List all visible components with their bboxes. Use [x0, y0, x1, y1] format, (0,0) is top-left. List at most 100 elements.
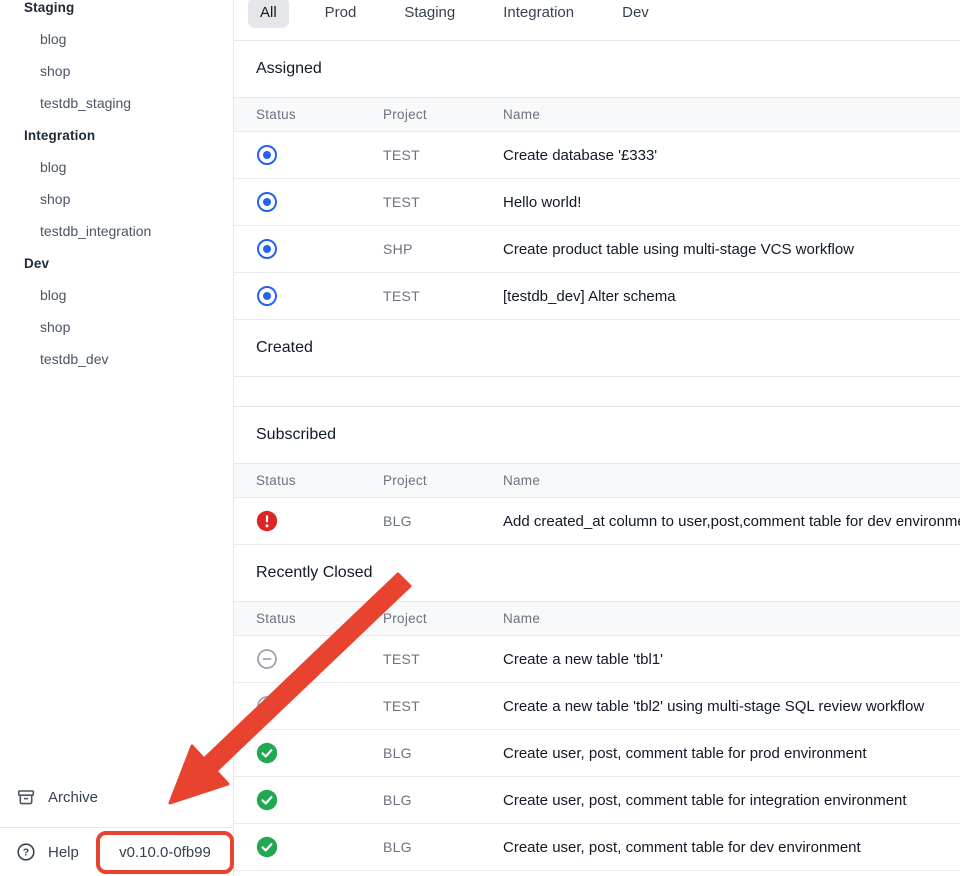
status-done-icon — [256, 742, 278, 764]
status-canceled-icon — [256, 648, 278, 670]
project-cell: TEST — [383, 651, 503, 667]
empty-table-placeholder — [234, 376, 960, 407]
status-cell — [256, 648, 383, 670]
status-cell — [256, 789, 383, 811]
sidebar-item-blog[interactable]: blog — [0, 279, 233, 311]
sidebar-section-dev: Dev — [0, 247, 233, 279]
project-cell: BLG — [383, 792, 503, 808]
status-open-icon — [256, 285, 278, 307]
section-title-subscribed: Subscribed — [234, 407, 960, 463]
column-label-name: Name — [503, 107, 960, 122]
project-cell: TEST — [383, 147, 503, 163]
project-cell: TEST — [383, 194, 503, 210]
section-title-created: Created — [234, 320, 960, 376]
issue-name-cell: Create user, post, comment table for int… — [503, 792, 960, 809]
issue-row[interactable]: TESTCreate a new table 'tbl2' using mult… — [234, 683, 960, 730]
help-icon: ? — [16, 842, 36, 862]
section-recently-closed: Recently ClosedStatusProjectNameTESTCrea… — [234, 545, 960, 871]
sidebar-section-integration: Integration — [0, 119, 233, 151]
tab-all[interactable]: All — [248, 0, 289, 28]
issue-name-cell: Create a new table 'tbl2' using multi-st… — [503, 698, 960, 715]
tab-integration[interactable]: Integration — [491, 0, 586, 28]
version-badge[interactable]: v0.10.0-0fb99 — [96, 831, 234, 874]
archive-button[interactable]: Archive — [0, 778, 233, 816]
issue-row[interactable]: BLGAdd created_at column to user,post,co… — [234, 498, 960, 545]
section-title-recently-closed: Recently Closed — [234, 545, 960, 601]
sidebar-section-staging: Staging — [0, 0, 233, 23]
project-cell: SHP — [383, 241, 503, 257]
status-cell — [256, 238, 383, 260]
archive-icon — [16, 787, 36, 807]
column-label-name: Name — [503, 473, 960, 488]
project-cell: TEST — [383, 288, 503, 304]
issue-dashboard: Stagingblogshoptestdb_stagingIntegration… — [0, 0, 960, 876]
column-label-name: Name — [503, 611, 960, 626]
status-cell — [256, 510, 383, 532]
status-attention-icon — [256, 510, 278, 532]
help-button[interactable]: ? Help — [16, 842, 79, 862]
status-cell — [256, 191, 383, 213]
status-cell — [256, 742, 383, 764]
issue-sections: AssignedStatusProjectNameTESTCreate data… — [234, 41, 960, 871]
status-cell — [256, 285, 383, 307]
table-column-header: StatusProjectName — [234, 97, 960, 132]
status-done-icon — [256, 836, 278, 858]
issue-row[interactable]: BLGCreate user, post, comment table for … — [234, 730, 960, 777]
status-cell — [256, 144, 383, 166]
issue-row[interactable]: SHPCreate product table using multi-stag… — [234, 226, 960, 273]
issue-row[interactable]: BLGCreate user, post, comment table for … — [234, 777, 960, 824]
issue-name-cell: Create user, post, comment table for dev… — [503, 839, 960, 856]
tab-staging[interactable]: Staging — [392, 0, 467, 28]
issue-name-cell: Create user, post, comment table for pro… — [503, 745, 960, 762]
issue-name-cell: Hello world! — [503, 194, 960, 211]
status-open-icon — [256, 238, 278, 260]
environment-tabbar: All Prod Staging Integration Dev — [234, 0, 960, 41]
section-assigned: AssignedStatusProjectNameTESTCreate data… — [234, 41, 960, 320]
column-label-status: Status — [256, 107, 383, 122]
tab-dev[interactable]: Dev — [610, 0, 661, 28]
sidebar-item-shop[interactable]: shop — [0, 183, 233, 215]
status-canceled-icon — [256, 695, 278, 717]
issue-row[interactable]: TESTHello world! — [234, 179, 960, 226]
help-label: Help — [48, 844, 79, 861]
section-subscribed: SubscribedStatusProjectNameBLGAdd create… — [234, 407, 960, 545]
sidebar-item-testdb-staging[interactable]: testdb_staging — [0, 87, 233, 119]
column-label-project: Project — [383, 473, 503, 488]
sidebar-item-blog[interactable]: blog — [0, 23, 233, 55]
section-title-assigned: Assigned — [234, 41, 960, 97]
issue-row[interactable]: TEST[testdb_dev] Alter schema — [234, 273, 960, 320]
status-cell — [256, 695, 383, 717]
main-content: AllProdStagingIntegrationDev AssignedSta… — [234, 0, 960, 876]
archive-label: Archive — [48, 789, 98, 806]
issue-name-cell: Create a new table 'tbl1' — [503, 651, 960, 668]
status-open-icon — [256, 191, 278, 213]
sidebar-footer: Archive ? Help v0.10.0-0fb99 — [0, 778, 233, 876]
column-label-status: Status — [256, 473, 383, 488]
sidebar-item-testdb-integration[interactable]: testdb_integration — [0, 215, 233, 247]
column-label-project: Project — [383, 107, 503, 122]
section-created: Created — [234, 320, 960, 407]
issue-name-cell: Add created_at column to user,post,comme… — [503, 513, 960, 530]
issue-row[interactable]: TESTCreate database '£333' — [234, 132, 960, 179]
issue-name-cell: [testdb_dev] Alter schema — [503, 288, 960, 305]
column-label-project: Project — [383, 611, 503, 626]
project-cell: BLG — [383, 513, 503, 529]
status-done-icon — [256, 789, 278, 811]
project-cell: TEST — [383, 698, 503, 714]
issue-row[interactable]: TESTCreate a new table 'tbl1' — [234, 636, 960, 683]
tab-prod[interactable]: Prod — [313, 0, 369, 28]
status-cell — [256, 836, 383, 858]
project-cell: BLG — [383, 839, 503, 855]
sidebar-item-testdb-dev[interactable]: testdb_dev — [0, 343, 233, 375]
svg-text:?: ? — [23, 847, 29, 859]
sidebar-item-blog[interactable]: blog — [0, 151, 233, 183]
sidebar-item-shop[interactable]: shop — [0, 55, 233, 87]
sidebar-item-shop[interactable]: shop — [0, 311, 233, 343]
issue-row[interactable]: BLGCreate user, post, comment table for … — [234, 824, 960, 871]
table-column-header: StatusProjectName — [234, 463, 960, 498]
issue-name-cell: Create database '£333' — [503, 147, 960, 164]
issue-name-cell: Create product table using multi-stage V… — [503, 241, 960, 258]
column-label-status: Status — [256, 611, 383, 626]
table-column-header: StatusProjectName — [234, 601, 960, 636]
project-cell: BLG — [383, 745, 503, 761]
